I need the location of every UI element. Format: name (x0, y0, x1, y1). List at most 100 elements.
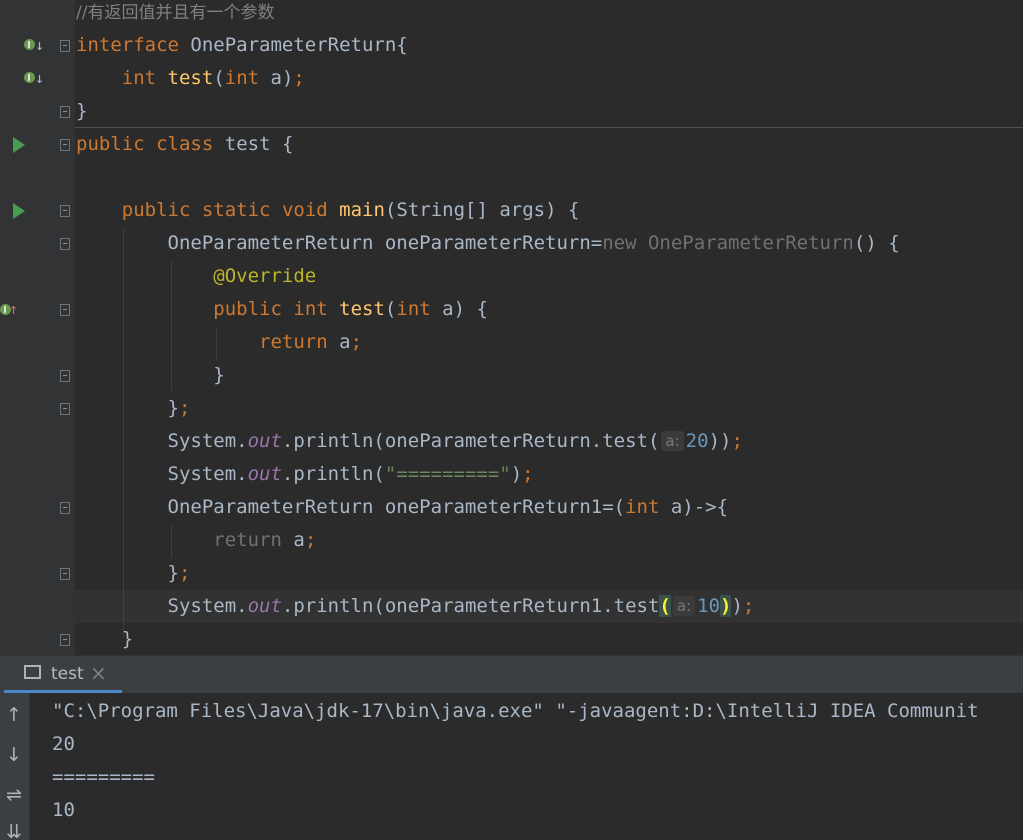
arrow-down-icon: ↓ (35, 69, 45, 87)
semicolon: ; (350, 331, 363, 353)
identifier: OneParameterReturn oneParameterReturn= (167, 232, 603, 254)
fold-icon[interactable] (60, 502, 70, 514)
code-line[interactable]: } (76, 623, 133, 655)
fold-icon[interactable] (60, 139, 70, 151)
code-line[interactable]: public class test { (76, 128, 293, 161)
code-line[interactable]: @Override (76, 260, 316, 293)
keyword: new (602, 232, 637, 254)
identifier: System. (167, 463, 248, 485)
annotation: @Override (213, 265, 317, 287)
identifier: a (281, 529, 305, 551)
number-literal: 10 (697, 595, 721, 617)
semicolon: ; (742, 595, 755, 617)
identifier: .println(oneParameterReturn1.test (281, 595, 660, 617)
implemented-icon[interactable] (24, 39, 35, 50)
console-output-line: 10 (52, 799, 75, 821)
method-name: main (339, 199, 385, 221)
identifier: a) { (430, 298, 488, 320)
run-tool-window-header: test × (0, 655, 1023, 693)
fold-icon[interactable] (60, 304, 70, 316)
fold-icon[interactable] (60, 205, 70, 217)
arrow-down-icon[interactable]: ↓ (3, 744, 25, 766)
keyword: return (259, 331, 328, 353)
console-icon (24, 665, 41, 679)
keyword: int (396, 298, 431, 320)
static-field: out (247, 463, 282, 485)
code-line[interactable]: System.out.println(oneParameterReturn1.t… (76, 590, 754, 623)
code-line[interactable]: interface OneParameterReturn{ (76, 29, 408, 62)
method-name: test (339, 298, 385, 320)
code-line[interactable]: //有返回值并且有一个参数 (76, 0, 274, 29)
identifier: .println(oneParameterReturn.test( (281, 430, 660, 452)
identifier: System. (167, 595, 248, 617)
code-line[interactable]: int test(int a); (76, 62, 305, 95)
keyword: public (121, 199, 191, 221)
code-line[interactable]: System.out.println("========="); (76, 458, 534, 491)
identifier: OneParameterReturn (636, 232, 854, 254)
code-line[interactable]: public int test(int a) { (76, 293, 488, 326)
console-output-line: 20 (52, 733, 75, 755)
code-line[interactable]: OneParameterReturn oneParameterReturn=ne… (76, 227, 900, 260)
code-line[interactable]: }; (76, 392, 191, 425)
console-toolbar: ↑ ↓ ⇌ ⇊ (0, 693, 30, 840)
run-console[interactable]: ↑ ↓ ⇌ ⇊ "C:\Program Files\Java\jdk-17\bi… (0, 693, 1023, 840)
semicolon: ; (178, 397, 191, 419)
identifier: OneParameterReturn{ (190, 34, 408, 56)
close-icon[interactable]: × (90, 661, 107, 685)
brace: } (213, 364, 225, 386)
code-line[interactable]: return a; (76, 524, 316, 557)
keyword: public (76, 133, 145, 155)
identifier: a) (259, 67, 294, 89)
editor-gutter (0, 0, 75, 655)
keyword: public (213, 298, 282, 320)
fold-icon[interactable] (60, 568, 70, 580)
fold-icon[interactable] (60, 634, 70, 646)
identifier: a (327, 331, 351, 353)
punct: ( (213, 67, 225, 89)
code-line[interactable]: public static void main(String[] args) { (76, 194, 580, 227)
fold-icon[interactable] (60, 370, 70, 382)
method-name: test (167, 67, 214, 89)
keyword: int (121, 67, 157, 89)
punct: () { (853, 232, 900, 254)
code-line[interactable]: System.out.println(oneParameterReturn.te… (76, 425, 743, 458)
tab-run-test[interactable]: test × (0, 656, 122, 693)
code-line[interactable]: } (76, 359, 225, 392)
keyword: int (293, 298, 328, 320)
tab-label: test (51, 664, 84, 684)
arrow-up-icon: ↑ (9, 300, 19, 318)
fold-icon[interactable] (60, 238, 70, 250)
identifier: .println( (281, 463, 385, 485)
punct: ) (731, 595, 743, 617)
semicolon: ; (522, 463, 534, 485)
soft-wrap-icon[interactable]: ⇌ (3, 784, 25, 806)
static-field: out (247, 430, 282, 452)
code-line[interactable]: return a; (76, 326, 362, 359)
identifier: System. (167, 430, 248, 452)
keyword: int (625, 496, 660, 518)
run-main-icon[interactable] (13, 203, 25, 219)
fold-icon[interactable] (60, 40, 70, 52)
identifier: OneParameterReturn oneParameterReturn1=( (167, 496, 626, 518)
semicolon: ; (731, 430, 743, 452)
arrow-down-icon: ↓ (35, 36, 45, 54)
semicolon: ; (293, 67, 305, 89)
arrow-up-icon[interactable]: ↑ (3, 704, 25, 726)
punct: ) (510, 463, 523, 485)
code-editor[interactable]: ↓ ↓ ↑ //有返回值并且有一个参数 interface OneParamet… (0, 0, 1023, 655)
code-line[interactable]: }; (76, 557, 191, 590)
code-line[interactable]: OneParameterReturn oneParameterReturn1=(… (76, 491, 729, 524)
identifier: (String[] args) { (384, 199, 580, 221)
implemented-icon[interactable] (24, 72, 35, 83)
matched-paren: ( (659, 595, 671, 617)
keyword: int (224, 67, 260, 89)
run-class-icon[interactable] (13, 137, 25, 153)
static-field: out (247, 595, 282, 617)
fold-icon[interactable] (60, 403, 70, 415)
code-line[interactable]: } (76, 95, 87, 128)
comment: //有返回值并且有一个参数 (76, 3, 275, 23)
punct: )) (708, 430, 732, 452)
scroll-to-end-icon[interactable]: ⇊ (3, 821, 25, 840)
fold-icon[interactable] (60, 106, 70, 118)
brace: } (167, 397, 179, 419)
